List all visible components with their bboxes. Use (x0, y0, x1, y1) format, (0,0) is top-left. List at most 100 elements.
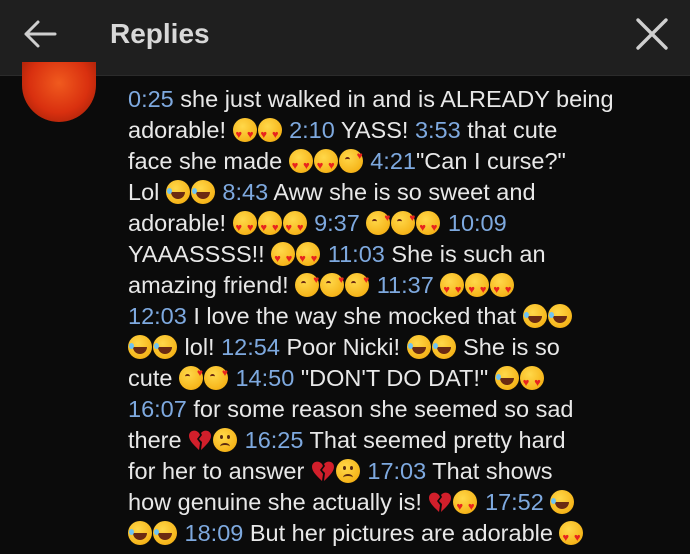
timestamp-link[interactable]: 11:37 (377, 272, 434, 298)
timestamp-link[interactable]: 12:54 (221, 334, 280, 360)
heart-eyes-emoji-icon (490, 273, 515, 306)
heart-eyes-emoji-icon (232, 118, 257, 151)
kiss-emoji-icon (203, 358, 228, 390)
laugh-emoji-icon (522, 304, 547, 328)
comment-text: YAAASSSS!! (128, 241, 272, 267)
comment-text: "Can I curse?" (415, 148, 566, 174)
reply-comment-text: 0:25 she just walked in and is ALREADY b… (128, 84, 668, 554)
comment-text: for some reason she seemed so sad (186, 396, 574, 422)
comment-line: 18:09 But her pictures are adorable (128, 518, 668, 554)
timestamp-link[interactable]: 17:03 (367, 458, 426, 484)
kiss-emoji-icon (295, 265, 320, 297)
kiss-emoji-icon (320, 265, 345, 297)
kiss-emoji-icon (366, 203, 391, 235)
kiss-emoji-icon (391, 203, 416, 235)
broken-heart-icon (428, 490, 452, 512)
comment-text: adorable! (128, 117, 233, 143)
laugh-emoji-icon (406, 335, 431, 359)
comment-line: face she made 4:21"Can I curse?" (128, 141, 668, 182)
arrow-left-icon (23, 19, 57, 54)
heart-eyes-emoji-icon (453, 490, 478, 523)
comment-text: YASS! (334, 117, 415, 143)
heart-eyes-emoji-icon (519, 366, 544, 399)
laugh-emoji-icon (547, 304, 572, 328)
comment-text: amazing friend! (128, 272, 296, 298)
comment-text: She is so (456, 334, 560, 360)
timestamp-link[interactable]: 16:25 (245, 427, 304, 453)
timestamp-link[interactable]: 0:25 (128, 86, 174, 112)
timestamp-link[interactable]: 11:03 (328, 241, 385, 267)
comment-text: That shows (426, 458, 553, 484)
kiss-emoji-icon (178, 358, 203, 390)
laugh-emoji-icon (494, 366, 519, 390)
broken-heart-icon (311, 459, 335, 481)
comment-text: But her pictures are adorable (243, 520, 560, 546)
frown-emoji-icon (213, 428, 238, 452)
close-icon (634, 16, 670, 57)
timestamp-link[interactable]: 14:50 (235, 365, 294, 391)
heart-eyes-emoji-icon (232, 211, 257, 244)
heart-eyes-emoji-icon (282, 211, 307, 244)
comment-text: Poor Nicki! (279, 334, 407, 360)
comment-line: 12:03 I love the way she mocked that (128, 301, 668, 332)
kiss-emoji-icon (338, 141, 363, 173)
comment-line: adorable! 9:37 10:09 (128, 203, 668, 244)
comment-text: Lol (128, 179, 166, 205)
comment-text: That seemed pretty hard (303, 427, 566, 453)
comment-line: for her to answer 17:03 That shows (128, 456, 668, 487)
heart-eyes-emoji-icon (257, 211, 282, 244)
avatar[interactable] (22, 62, 96, 122)
comment-line: adorable! 2:10 YASS! 3:53 that cute (128, 115, 668, 151)
heart-eyes-emoji-icon (313, 149, 338, 182)
timestamp-link[interactable]: 16:07 (128, 396, 187, 422)
laugh-emoji-icon (128, 521, 152, 545)
frown-emoji-icon (335, 459, 360, 483)
heart-eyes-emoji-icon (416, 211, 441, 244)
timestamp-link[interactable]: 18:09 (185, 520, 244, 546)
comment-line: lol! 12:54 Poor Nicki! She is so (128, 332, 668, 363)
comment-text: She is such an (384, 241, 546, 267)
timestamp-link[interactable]: 9:37 (314, 210, 360, 236)
comment-text: for her to answer (128, 458, 311, 484)
comment-text: Aww she is so sweet and (268, 179, 536, 205)
close-button[interactable] (628, 12, 676, 60)
timestamp-link[interactable]: 8:43 (222, 179, 268, 205)
timestamp-link[interactable]: 12:03 (128, 303, 187, 329)
timestamp-link[interactable]: 17:52 (485, 489, 544, 515)
heart-eyes-emoji-icon (288, 149, 313, 182)
laugh-emoji-icon (190, 180, 215, 204)
heart-eyes-emoji-icon (271, 242, 296, 275)
comment-line: there 16:25 That seemed pretty hard (128, 425, 668, 456)
timestamp-link[interactable]: 4:21 (370, 148, 416, 174)
comment-text: she just walked in and is ALREADY being (173, 86, 614, 112)
comment-line: how genuine she actually is! 17:52 (128, 487, 668, 523)
heart-eyes-emoji-icon (257, 118, 282, 151)
comment-text: there (128, 427, 189, 453)
comment-text: "DON'T DO DAT!" (294, 365, 495, 391)
comment-text: lol! (178, 334, 222, 360)
comment-line: 0:25 she just walked in and is ALREADY b… (128, 84, 668, 115)
back-button[interactable] (18, 14, 62, 58)
laugh-emoji-icon (128, 335, 152, 359)
page-title: Replies (110, 18, 210, 49)
laugh-emoji-icon (165, 180, 190, 204)
timestamp-link[interactable]: 2:10 (289, 117, 335, 143)
heart-eyes-emoji-icon (296, 242, 321, 275)
timestamp-link[interactable]: 10:09 (448, 210, 507, 236)
comment-text: that cute (460, 117, 558, 143)
laugh-emoji-icon (550, 490, 575, 514)
timestamp-link[interactable]: 3:53 (415, 117, 461, 143)
comment-line: Lol 8:43 Aww she is so sweet and (128, 177, 668, 208)
comment-text: adorable! (128, 210, 233, 236)
comment-text: how genuine she actually is! (128, 489, 429, 515)
comment-line: cute 14:50 "DON'T DO DAT!" (128, 358, 668, 399)
comment-text: cute (128, 365, 179, 391)
comment-line: 16:07 for some reason she seemed so sad (128, 394, 668, 425)
heart-eyes-emoji-icon (559, 521, 584, 554)
replies-header: Replies (0, 0, 690, 76)
laugh-emoji-icon (153, 521, 177, 545)
comment-text: I love the way she mocked that (186, 303, 523, 329)
broken-heart-icon (188, 428, 212, 450)
heart-eyes-emoji-icon (465, 273, 490, 306)
comment-text: face she made (128, 148, 289, 174)
